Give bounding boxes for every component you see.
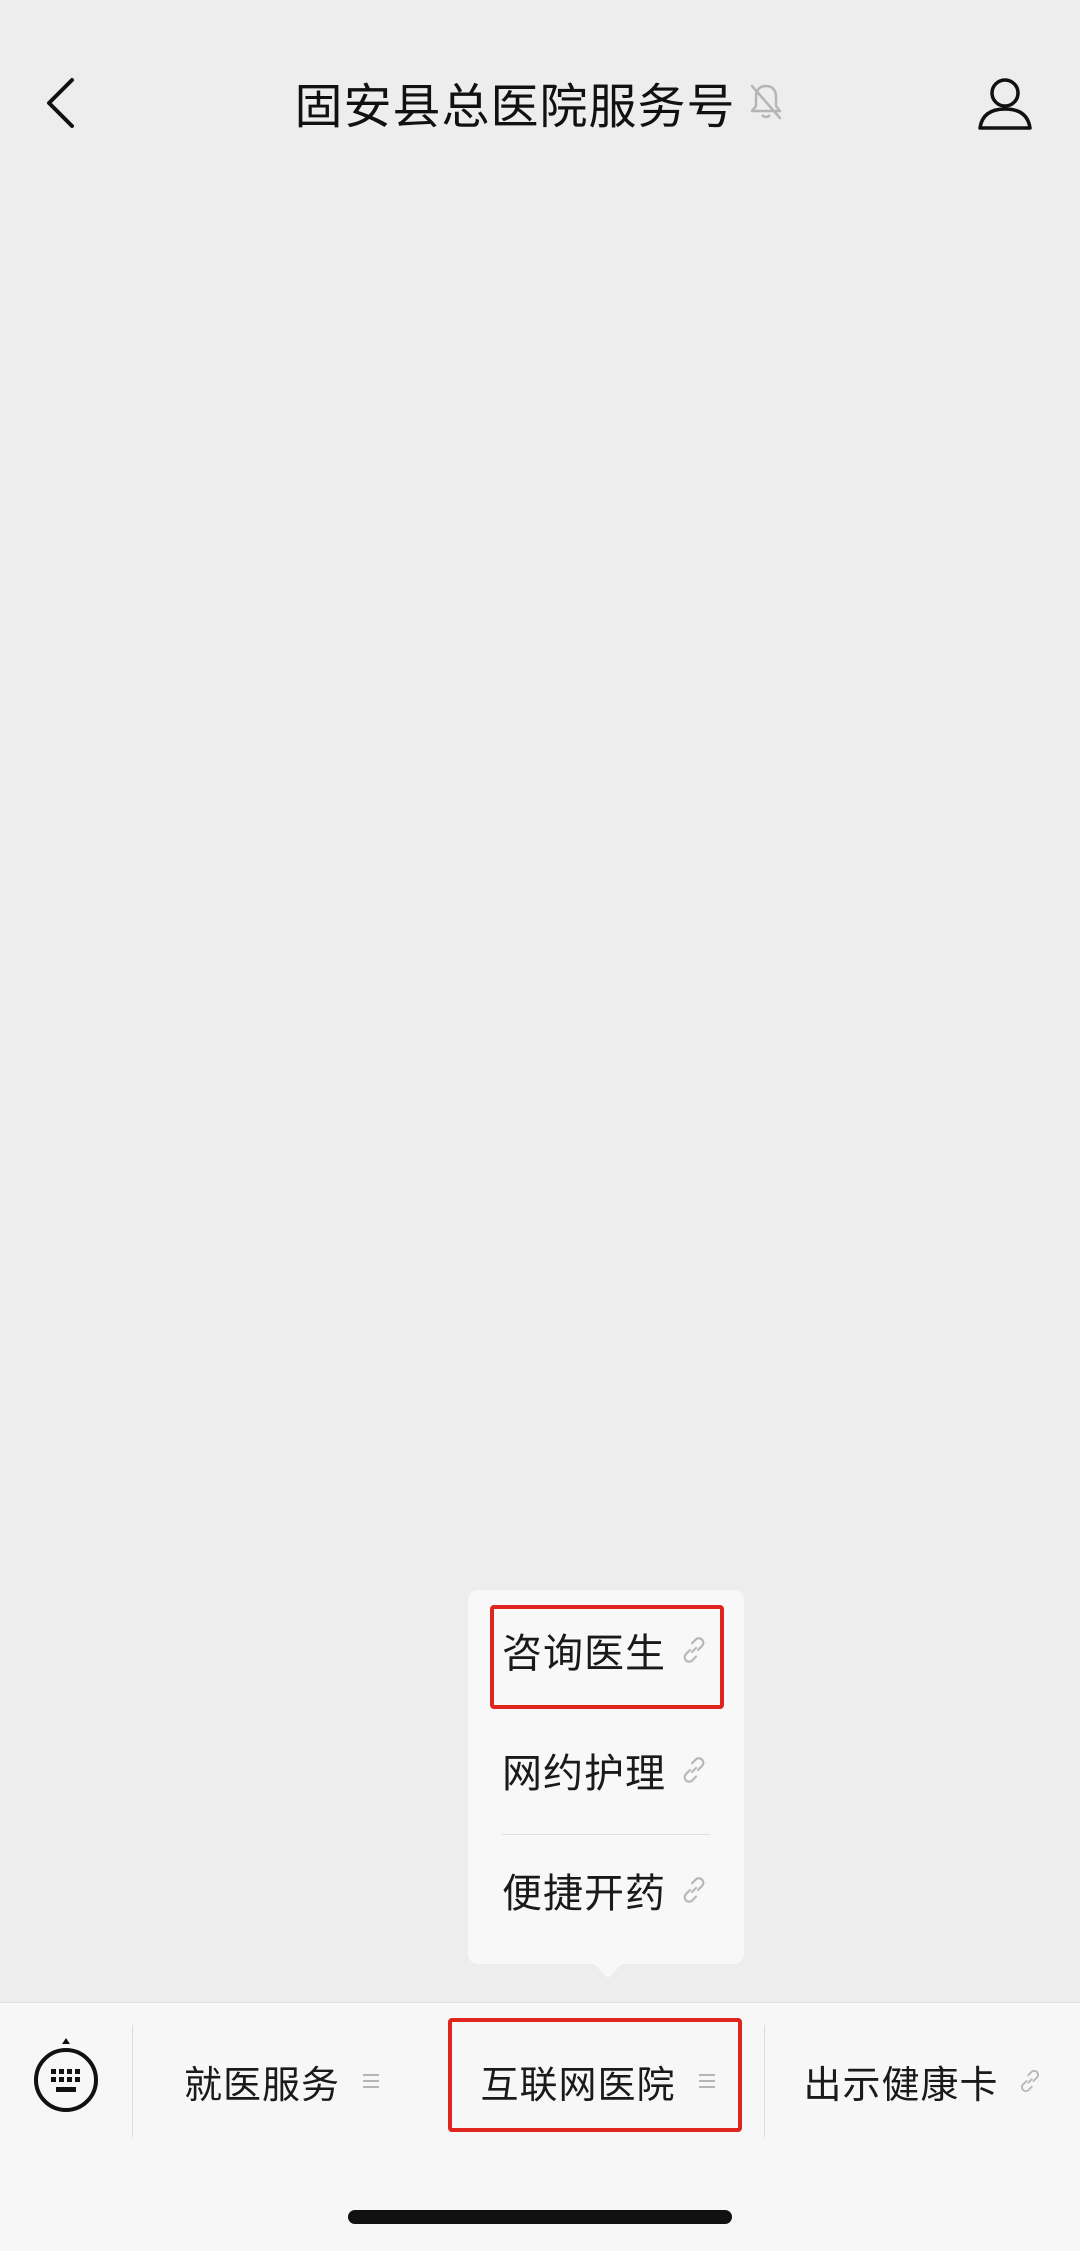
submenu-icon — [358, 2066, 384, 2096]
highlight-box-internet-hospital — [448, 2018, 742, 2132]
highlight-box-consult-doctor — [490, 1605, 724, 1709]
submenu-item-label: 网约护理 — [502, 1751, 666, 1797]
page-title: 固安县总医院服务号 — [294, 79, 736, 135]
home-indicator — [348, 2210, 732, 2224]
link-icon — [678, 1754, 710, 1786]
profile-button[interactable] — [970, 70, 1040, 140]
keyboard-icon — [32, 2036, 100, 2120]
submenu-item-label: 便捷开药 — [502, 1871, 666, 1917]
link-icon — [1017, 2066, 1043, 2096]
submenu-item-quick-prescription[interactable]: 便捷开药 — [468, 1830, 744, 1950]
submenu-pointer — [590, 1960, 626, 1978]
link-icon — [678, 1874, 710, 1906]
menu-tab-show-health-card[interactable]: 出示健康卡 — [766, 2025, 1080, 2137]
menu-tab-medical-services[interactable]: 就医服务 — [134, 2025, 434, 2137]
menu-divider — [764, 2025, 765, 2137]
menu-tab-label: 出示健康卡 — [803, 2062, 999, 2107]
bell-muted-icon — [746, 80, 786, 124]
top-nav-bar: 固安县总医院服务号 — [0, 0, 1080, 210]
keyboard-toggle-button[interactable] — [30, 2033, 102, 2123]
submenu-item-online-nursing[interactable]: 网约护理 — [468, 1710, 744, 1830]
title-area: 固安县总医院服务号 — [0, 62, 1080, 142]
menu-divider — [132, 2025, 133, 2137]
user-icon — [976, 74, 1034, 136]
menu-tab-label: 就医服务 — [183, 2062, 340, 2107]
